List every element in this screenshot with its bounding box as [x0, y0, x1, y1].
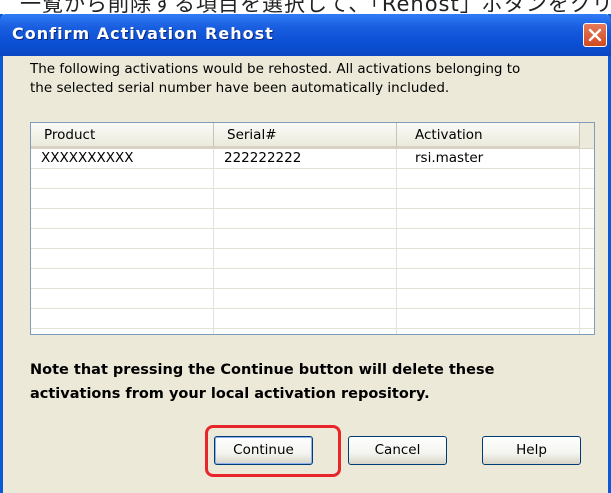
- empty-cell: [214, 289, 397, 308]
- table-row-empty[interactable]: [31, 209, 594, 229]
- empty-cell: [31, 309, 214, 328]
- empty-cell: [214, 269, 397, 288]
- empty-cell: [31, 229, 214, 248]
- note-line-1: Note that pressing the Continue button w…: [30, 362, 495, 378]
- title-bar[interactable]: Confirm Activation Rehost: [0, 14, 611, 56]
- empty-cell: [31, 269, 214, 288]
- dialog-title: Confirm Activation Rehost: [12, 24, 274, 43]
- column-header-activation[interactable]: Activation: [397, 123, 580, 148]
- table-row-empty[interactable]: [31, 309, 594, 329]
- cell-serial: 222222222: [214, 149, 397, 168]
- help-button[interactable]: Help: [482, 436, 581, 465]
- intro-line-2: the selected serial number have been aut…: [30, 80, 450, 96]
- list-header: Product Serial# Activation: [31, 123, 594, 149]
- table-row-empty[interactable]: [31, 269, 594, 289]
- list-rows: XXXXXXXXXX 222222222 rsi.master: [31, 149, 594, 334]
- activations-list[interactable]: Product Serial# Activation XXXXXXXXXX 22…: [30, 122, 595, 335]
- empty-cell: [31, 169, 214, 188]
- close-button[interactable]: [583, 23, 607, 47]
- table-row-empty[interactable]: [31, 289, 594, 309]
- empty-cell: [397, 209, 580, 228]
- table-row-empty[interactable]: [31, 169, 594, 189]
- empty-cell: [397, 309, 580, 328]
- empty-cell: [397, 229, 580, 248]
- empty-cell: [397, 329, 580, 334]
- cancel-button[interactable]: Cancel: [348, 436, 447, 465]
- table-row-empty[interactable]: [31, 189, 594, 209]
- table-row[interactable]: XXXXXXXXXX 222222222 rsi.master: [31, 149, 594, 169]
- empty-cell: [397, 189, 580, 208]
- column-header-serial[interactable]: Serial#: [214, 123, 397, 148]
- empty-cell: [31, 209, 214, 228]
- note-line-2: activations from your local activation r…: [30, 386, 430, 402]
- intro-line-1: The following activations would be rehos…: [30, 61, 521, 77]
- empty-cell: [214, 189, 397, 208]
- empty-cell: [397, 169, 580, 188]
- table-row-empty[interactable]: [31, 229, 594, 249]
- empty-cell: [214, 309, 397, 328]
- cell-activation: rsi.master: [397, 149, 580, 168]
- empty-cell: [397, 289, 580, 308]
- empty-cell: [214, 249, 397, 268]
- continue-button[interactable]: Continue: [214, 436, 313, 465]
- cell-product: XXXXXXXXXX: [31, 149, 214, 168]
- empty-cell: [31, 249, 214, 268]
- close-icon: [588, 28, 602, 42]
- empty-cell: [214, 329, 397, 334]
- intro-text: The following activations would be rehos…: [30, 60, 590, 98]
- empty-cell: [31, 189, 214, 208]
- empty-cell: [214, 229, 397, 248]
- empty-cell: [31, 329, 214, 334]
- empty-cell: [397, 249, 580, 268]
- empty-cell: [214, 209, 397, 228]
- empty-cell: [31, 289, 214, 308]
- column-header-product[interactable]: Product: [31, 123, 214, 148]
- warning-note: Note that pressing the Continue button w…: [30, 358, 590, 406]
- table-row-empty[interactable]: [31, 329, 594, 334]
- empty-cell: [214, 169, 397, 188]
- empty-cell: [397, 269, 580, 288]
- table-row-empty[interactable]: [31, 249, 594, 269]
